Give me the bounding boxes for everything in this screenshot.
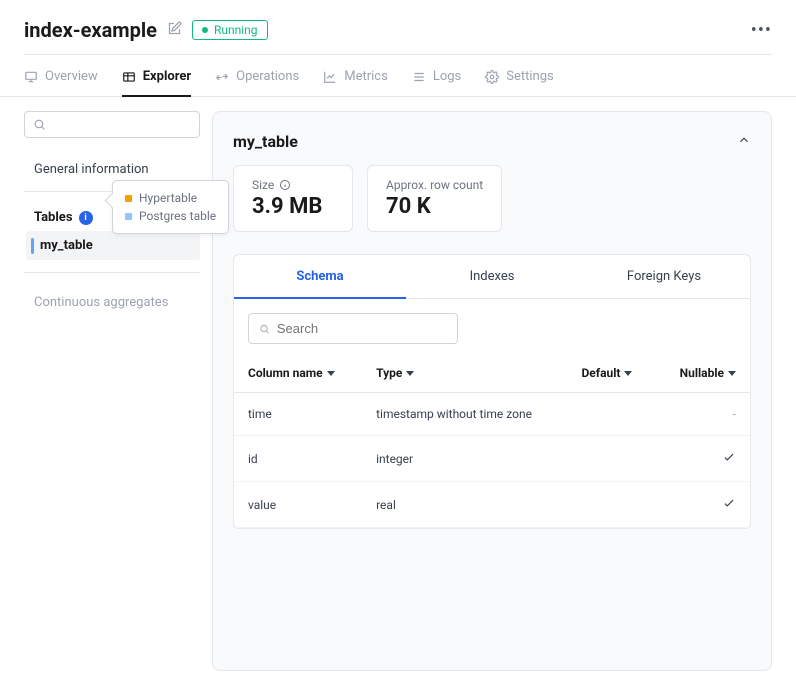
- inner-tabs: Schema Indexes Foreign Keys: [234, 255, 750, 299]
- stat-value: 70 K: [386, 194, 483, 219]
- postgres-dot-icon: [125, 213, 132, 220]
- tab-label: Settings: [506, 69, 553, 84]
- popover-item-hypertable: Hypertable: [125, 189, 216, 207]
- cell-type: real: [362, 482, 567, 528]
- popover-item-postgres: Postgres table: [125, 207, 216, 225]
- caret-down-icon: [327, 371, 335, 376]
- check-icon: [722, 499, 736, 513]
- schema-card: Schema Indexes Foreign Keys Column name …: [233, 254, 751, 529]
- cell-default: [568, 482, 656, 528]
- stat-label: Approx. row count: [386, 178, 483, 192]
- tab-label: Logs: [433, 69, 461, 84]
- cell-type: timestamp without time zone: [362, 393, 567, 436]
- table-type-popover: Hypertable Postgres table: [112, 180, 229, 234]
- table-icon: [122, 70, 136, 84]
- panel-header: my_table: [233, 132, 751, 151]
- tab-label: Metrics: [344, 69, 388, 84]
- cell-name: time: [234, 393, 362, 436]
- hypertable-dot-icon: [125, 195, 132, 202]
- caret-down-icon: [406, 371, 414, 376]
- gear-icon: [485, 70, 499, 84]
- inner-tab-foreign-keys[interactable]: Foreign Keys: [578, 255, 750, 298]
- tab-metrics[interactable]: Metrics: [323, 69, 388, 96]
- info-icon[interactable]: i: [79, 211, 93, 225]
- stat-value: 3.9 MB: [252, 194, 334, 219]
- panel-title: my_table: [233, 132, 298, 151]
- stat-size: Size 3.9 MB: [233, 165, 353, 232]
- sidebar-item-continuous-aggregates[interactable]: Continuous aggregates: [24, 281, 200, 324]
- header-left: index-example Running: [24, 18, 268, 42]
- tab-label: Overview: [45, 69, 98, 84]
- arrows-icon: [215, 70, 229, 84]
- col-header-default[interactable]: Default: [568, 352, 656, 393]
- table-row: valuereal: [234, 482, 750, 528]
- schema-table: Column name Type Default Nullable timeti…: [234, 352, 750, 528]
- tab-explorer[interactable]: Explorer: [122, 69, 191, 96]
- chart-icon: [323, 70, 337, 84]
- sidebar-search[interactable]: [24, 111, 200, 138]
- cell-type: integer: [362, 436, 567, 482]
- cell-default: [568, 436, 656, 482]
- col-header-name[interactable]: Column name: [234, 352, 362, 393]
- status-badge: Running: [192, 20, 268, 40]
- panel: my_table Size 3.9 MB Approx. row count 7…: [212, 111, 772, 671]
- inner-tab-schema[interactable]: Schema: [234, 255, 406, 298]
- monitor-icon: [24, 70, 38, 84]
- cell-default: [568, 393, 656, 436]
- edit-icon[interactable]: [167, 21, 182, 40]
- stats-row: Size 3.9 MB Approx. row count 70 K: [233, 165, 751, 232]
- sidebar-table-item[interactable]: my_table: [26, 231, 200, 260]
- header: index-example Running •••: [0, 0, 796, 54]
- cell-name: id: [234, 436, 362, 482]
- page-title: index-example: [24, 18, 157, 42]
- col-header-type[interactable]: Type: [362, 352, 567, 393]
- dash-icon: -: [733, 407, 736, 421]
- table-item-label: my_table: [40, 238, 93, 253]
- table-row: timetimestamp without time zone -: [234, 393, 750, 436]
- schema-search-input[interactable]: [277, 321, 447, 336]
- stat-label: Size: [252, 178, 334, 192]
- cell-nullable: [656, 436, 750, 482]
- col-header-nullable[interactable]: Nullable: [656, 352, 750, 393]
- info-icon[interactable]: [279, 179, 291, 191]
- main-tabs: Overview Explorer Operations Metrics Log…: [0, 55, 796, 97]
- status-dot-icon: [202, 27, 208, 33]
- check-icon: [722, 453, 736, 467]
- divider: [24, 272, 200, 273]
- sidebar-item-general[interactable]: General information: [24, 156, 200, 183]
- status-text: Running: [214, 23, 258, 37]
- stat-rowcount: Approx. row count 70 K: [367, 165, 502, 232]
- cell-nullable: -: [656, 393, 750, 436]
- tab-label: Operations: [236, 69, 299, 84]
- tab-overview[interactable]: Overview: [24, 69, 98, 96]
- cell-name: value: [234, 482, 362, 528]
- tab-settings[interactable]: Settings: [485, 69, 553, 96]
- more-icon[interactable]: •••: [751, 20, 772, 41]
- caret-down-icon: [728, 371, 736, 376]
- tab-operations[interactable]: Operations: [215, 69, 299, 96]
- search-icon: [33, 118, 46, 131]
- content: my_table Size 3.9 MB Approx. row count 7…: [200, 111, 796, 671]
- cell-nullable: [656, 482, 750, 528]
- list-icon: [412, 70, 426, 84]
- table-row: idinteger: [234, 436, 750, 482]
- tab-label: Explorer: [143, 69, 191, 84]
- schema-search[interactable]: [248, 313, 458, 344]
- tables-label: Tables: [34, 210, 73, 225]
- caret-down-icon: [624, 371, 632, 376]
- tab-logs[interactable]: Logs: [412, 69, 461, 96]
- inner-tab-indexes[interactable]: Indexes: [406, 255, 578, 298]
- chevron-up-icon[interactable]: [737, 133, 751, 151]
- search-icon: [259, 323, 270, 335]
